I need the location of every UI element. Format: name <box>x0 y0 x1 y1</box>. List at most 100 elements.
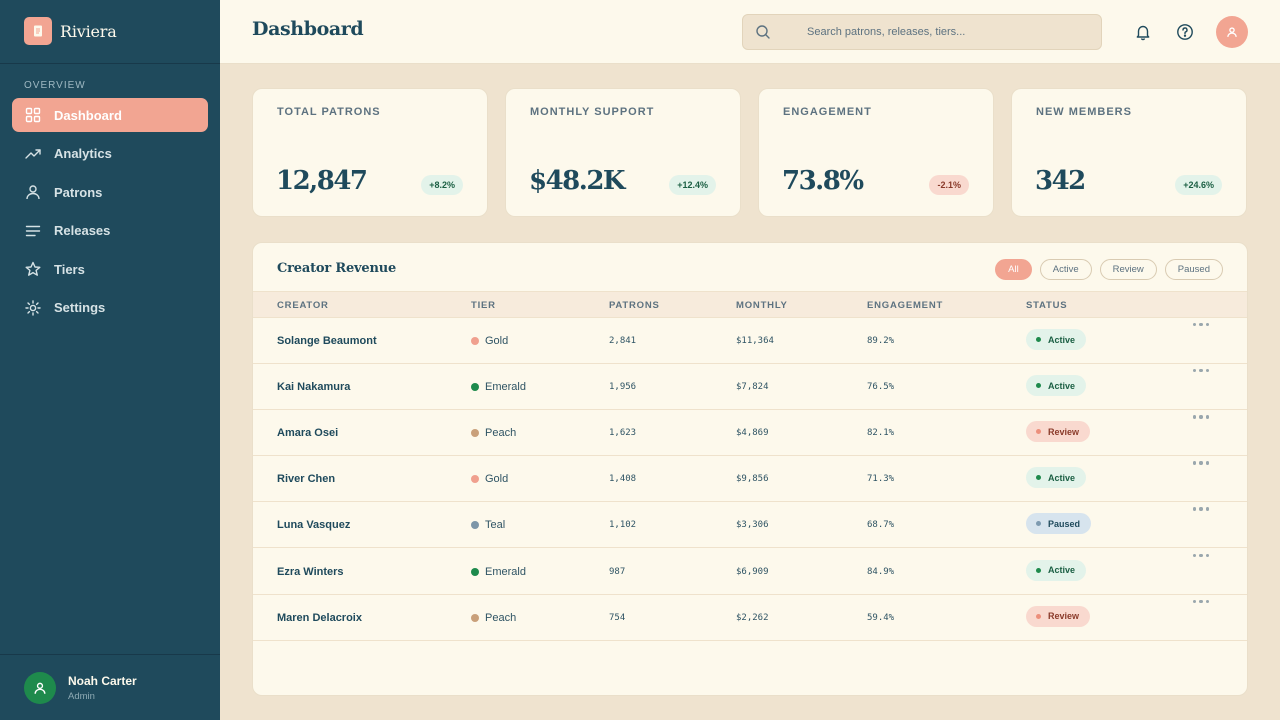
tier-dot <box>471 521 479 530</box>
dot <box>1199 323 1203 327</box>
stat-delta-badge: +24.6% <box>1175 175 1222 195</box>
sidebar-item-tiers[interactable]: Tiers <box>12 252 208 286</box>
help-icon <box>1177 24 1193 40</box>
user-profile[interactable]: Noah Carter Admin <box>24 672 137 704</box>
dot <box>1199 461 1203 465</box>
filter-chip-all[interactable]: All <box>995 259 1032 280</box>
sidebar-item-label: Tiers <box>54 261 85 277</box>
status-dot <box>1036 383 1041 389</box>
patrons-value: 754 <box>609 612 626 623</box>
table-row[interactable]: Amara Osei Peach 1,623 $4,869 82.1% Review <box>253 410 1247 457</box>
table-row[interactable]: River Chen Gold 1,408 $9,856 71.3% Active <box>253 456 1247 503</box>
sidebar-item-patrons[interactable]: Patrons <box>12 175 208 209</box>
column-header-engagement[interactable]: ENGAGEMENT <box>867 300 943 311</box>
table-row[interactable]: Kai Nakamura Emerald 1,956 $7,824 76.5% Activ… <box>253 364 1247 411</box>
table-row[interactable]: Ezra Winters Emerald 987 $6,909 84.9% Active <box>253 549 1247 595</box>
search-input[interactable] <box>807 15 1087 49</box>
sidebar-item-label: Patrons <box>54 184 103 200</box>
status-label: Active <box>1048 334 1076 345</box>
column-header-monthly[interactable]: MONTHLY <box>736 300 788 311</box>
column-header-creator[interactable]: CREATOR <box>277 300 329 311</box>
page-title: Dashboard <box>252 18 364 40</box>
search-bar[interactable] <box>742 14 1102 50</box>
divider <box>0 654 220 655</box>
sidebar-item-analytics[interactable]: Analytics <box>12 137 208 171</box>
tier-cell: Teal <box>471 519 505 531</box>
stat-delta-badge: -2.1% <box>929 175 969 195</box>
dot <box>1193 553 1197 557</box>
creator-name[interactable]: River Chen <box>277 473 335 485</box>
status-dot <box>1036 337 1041 342</box>
sidebar-item-label: Settings <box>54 300 106 316</box>
trend-icon <box>25 148 41 159</box>
more-actions-button[interactable] <box>1193 415 1212 419</box>
table-row[interactable]: Maren Delacroix Peach 754 $2,262 59.4% Review <box>253 595 1247 641</box>
dot <box>1205 553 1210 557</box>
monthly-value: $3,306 <box>736 520 769 531</box>
sidebar-item-settings[interactable]: Settings <box>12 291 208 325</box>
stat-card-new-members: NEW MEMBERS 342 +24.6% <box>1011 88 1247 217</box>
creator-name[interactable]: Kai Nakamura <box>277 381 350 393</box>
dot <box>1193 461 1197 465</box>
search-icon <box>756 25 770 39</box>
tier-label: Teal <box>485 519 506 532</box>
sidebar-item-dashboard[interactable]: Dashboard <box>12 98 208 132</box>
brand[interactable]: Riviera <box>24 17 117 45</box>
sidebar-item-releases[interactable]: Releases <box>12 214 208 248</box>
dot <box>1193 507 1197 511</box>
stat-value: 73.8% <box>782 166 864 196</box>
creator-name[interactable]: Luna Vasquez <box>277 519 350 531</box>
help-button[interactable] <box>1175 22 1195 42</box>
creator-revenue-card: Creator Revenue All Active Review Paused… <box>252 242 1248 696</box>
user-meta: Noah Carter Admin <box>68 674 137 702</box>
tier-dot <box>471 567 479 576</box>
notifications-button[interactable] <box>1133 22 1153 42</box>
dot <box>1199 507 1203 511</box>
column-header-tier[interactable]: TIER <box>471 300 496 311</box>
tier-cell: Peach <box>471 427 516 439</box>
filter-chip-review[interactable]: Review <box>1099 259 1157 280</box>
tier-label: Emerald <box>485 565 526 578</box>
patrons-value: 2,841 <box>609 336 637 346</box>
creator-name[interactable]: Solange Beaumont <box>277 335 377 347</box>
patrons-value: 987 <box>609 566 626 577</box>
sidebar-nav: Dashboard Analytics Patrons Releases Tie… <box>12 98 208 330</box>
patrons-value: 1,956 <box>609 382 637 393</box>
filter-chip-active[interactable]: Active <box>1039 259 1092 280</box>
more-actions-button[interactable] <box>1193 599 1212 603</box>
more-actions-button[interactable] <box>1193 369 1212 373</box>
sidebar: Riviera OVERVIEW Dashboard Analytics Pat… <box>0 0 220 720</box>
stat-label: NEW MEMBERS <box>1036 106 1132 118</box>
monthly-value: $4,869 <box>736 428 769 439</box>
table-row[interactable]: Luna Vasquez Teal 1,102 $3,306 68.7% Paused <box>253 502 1247 549</box>
tier-cell: Gold <box>471 335 508 347</box>
bell-icon <box>1136 25 1150 41</box>
stat-delta-badge: +12.4% <box>669 175 716 195</box>
creator-name[interactable]: Amara Osei <box>277 427 338 439</box>
tier-dot <box>471 613 479 622</box>
column-header-patrons[interactable]: PATRONS <box>609 300 660 311</box>
stat-value: 12,847 <box>276 166 368 196</box>
sidebar-item-label: Releases <box>54 223 111 239</box>
more-actions-button[interactable] <box>1193 507 1212 511</box>
dot <box>1193 369 1197 373</box>
creator-name[interactable]: Maren Delacroix <box>277 612 362 624</box>
more-actions-button[interactable] <box>1193 323 1212 327</box>
dot <box>1199 415 1203 419</box>
column-header-status[interactable]: STATUS <box>1026 300 1067 311</box>
creator-name[interactable]: Ezra Winters <box>277 566 344 578</box>
more-actions-button[interactable] <box>1193 553 1212 557</box>
monthly-value: $9,856 <box>736 474 769 485</box>
dot <box>1199 369 1203 373</box>
tier-cell: Emerald <box>471 566 526 578</box>
filter-chip-paused[interactable]: Paused <box>1164 259 1223 280</box>
grid-icon <box>25 107 41 123</box>
topbar: Dashboard <box>220 0 1280 64</box>
table-row[interactable]: Solange Beaumont Gold 2,841 $11,364 89.2% Act… <box>253 318 1247 364</box>
dot <box>1205 415 1210 419</box>
tier-dot <box>471 337 479 345</box>
divider <box>0 63 220 64</box>
more-actions-button[interactable] <box>1193 461 1212 465</box>
avatar[interactable] <box>1216 16 1248 48</box>
status-dot <box>1036 521 1041 527</box>
